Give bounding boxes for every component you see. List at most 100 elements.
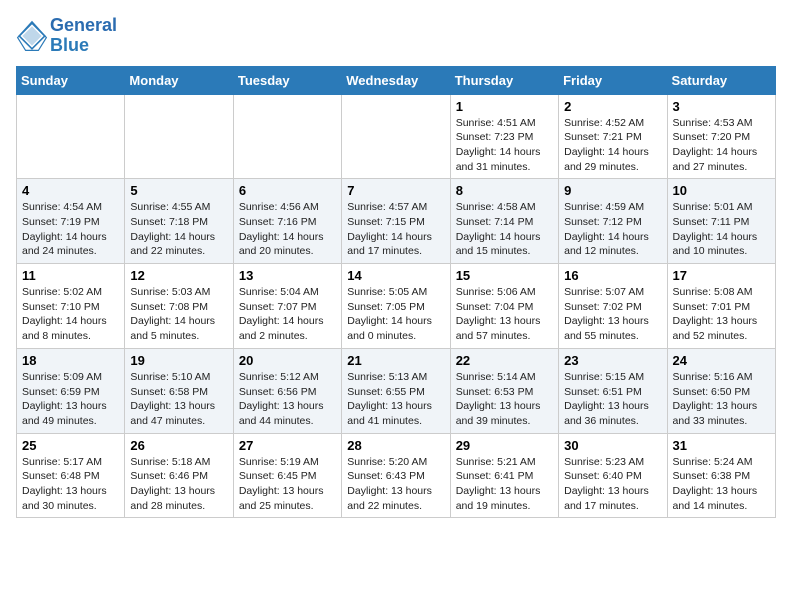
day-cell: 21Sunrise: 5:13 AM Sunset: 6:55 PM Dayli… (342, 348, 450, 433)
col-header-monday: Monday (125, 66, 233, 94)
col-header-thursday: Thursday (450, 66, 558, 94)
week-row-0: 1Sunrise: 4:51 AM Sunset: 7:23 PM Daylig… (17, 94, 776, 179)
day-detail: Sunrise: 4:54 AM Sunset: 7:19 PM Dayligh… (22, 200, 119, 259)
day-detail: Sunrise: 5:14 AM Sunset: 6:53 PM Dayligh… (456, 370, 553, 429)
day-cell: 15 Sunrise: 5:06 AM Sunset: 7:04 PM Dayli… (450, 264, 558, 349)
day-detail: Sunrise: 5:24 AM Sunset: 6:38 PM Dayligh… (673, 455, 770, 514)
day-cell: 26 Sunrise: 5:18 AM Sunset: 6:46 PM Dayli… (125, 433, 233, 518)
day-cell: 2 Sunrise: 4:52 AM Sunset: 7:21 PM Daylig… (559, 94, 667, 179)
page-header: GeneralBlue (16, 16, 776, 56)
day-cell: 19 Sunrise: 5:10 AM Sunset: 6:58 PM Dayli… (125, 348, 233, 433)
day-detail: Sunrise: 5:21 AM Sunset: 6:41 PM Dayligh… (456, 455, 553, 514)
day-cell (233, 94, 341, 179)
day-detail: Sunrise: 5:16 AM Sunset: 6:50 PM Dayligh… (673, 370, 770, 429)
day-detail: Sunrise: 4:58 AM Sunset: 7:14 PM Dayligh… (456, 200, 553, 259)
day-detail: Sunrise: 5:19 AM Sunset: 6:45 PM Dayligh… (239, 455, 336, 514)
day-cell: 7 Sunrise: 4:57 AM Sunset: 7:15 PM Daylig… (342, 179, 450, 264)
day-number: 11 (22, 268, 119, 283)
week-row-2: 11 Sunrise: 5:02 AM Sunset: 7:10 PM Dayli… (17, 264, 776, 349)
day-detail: Sunrise: 5:04 AM Sunset: 7:07 PM Dayligh… (239, 285, 336, 344)
day-number: 24 (673, 353, 770, 368)
day-number: 20 (239, 353, 336, 368)
day-number: 10 (673, 183, 770, 198)
day-number: 15 (456, 268, 553, 283)
day-cell: 23 Sunrise: 5:15 AM Sunset: 6:51 PM Dayli… (559, 348, 667, 433)
day-cell: 6 Sunrise: 4:56 AM Sunset: 7:16 PM Daylig… (233, 179, 341, 264)
day-detail: Sunrise: 5:03 AM Sunset: 7:08 PM Dayligh… (130, 285, 227, 344)
week-row-3: 18 Sunrise: 5:09 AM Sunset: 6:59 PM Dayli… (17, 348, 776, 433)
week-row-1: 4 Sunrise: 4:54 AM Sunset: 7:19 PM Daylig… (17, 179, 776, 264)
day-detail: Sunrise: 4:52 AM Sunset: 7:21 PM Dayligh… (564, 116, 661, 175)
col-header-tuesday: Tuesday (233, 66, 341, 94)
day-detail: Sunrise: 5:09 AM Sunset: 6:59 PM Dayligh… (22, 370, 119, 429)
day-cell: 16Sunrise: 5:07 AM Sunset: 7:02 PM Dayli… (559, 264, 667, 349)
logo-name: GeneralBlue (50, 16, 117, 56)
day-cell: 12 Sunrise: 5:03 AM Sunset: 7:08 PM Dayli… (125, 264, 233, 349)
day-number: 5 (130, 183, 227, 198)
day-cell: 20 Sunrise: 5:12 AM Sunset: 6:56 PM Dayli… (233, 348, 341, 433)
day-cell: 11 Sunrise: 5:02 AM Sunset: 7:10 PM Dayli… (17, 264, 125, 349)
day-cell (17, 94, 125, 179)
column-headers: SundayMondayTuesdayWednesdayThursdayFrid… (17, 66, 776, 94)
day-detail: Sunrise: 5:17 AM Sunset: 6:48 PM Dayligh… (22, 455, 119, 514)
day-cell: 25 Sunrise: 5:17 AM Sunset: 6:48 PM Dayli… (17, 433, 125, 518)
day-number: 2 (564, 99, 661, 114)
day-number: 23 (564, 353, 661, 368)
day-number: 4 (22, 183, 119, 198)
day-detail: Sunrise: 4:57 AM Sunset: 7:15 PM Dayligh… (347, 200, 444, 259)
day-cell: 4 Sunrise: 4:54 AM Sunset: 7:19 PM Daylig… (17, 179, 125, 264)
day-detail: Sunrise: 5:10 AM Sunset: 6:58 PM Dayligh… (130, 370, 227, 429)
day-cell: 1Sunrise: 4:51 AM Sunset: 7:23 PM Daylig… (450, 94, 558, 179)
day-number: 14 (347, 268, 444, 283)
day-number: 30 (564, 438, 661, 453)
day-number: 3 (673, 99, 770, 114)
day-detail: Sunrise: 4:51 AM Sunset: 7:23 PM Dayligh… (456, 116, 553, 175)
day-number: 25 (22, 438, 119, 453)
logo: GeneralBlue (16, 16, 117, 56)
day-number: 12 (130, 268, 227, 283)
day-number: 28 (347, 438, 444, 453)
day-detail: Sunrise: 5:12 AM Sunset: 6:56 PM Dayligh… (239, 370, 336, 429)
day-number: 18 (22, 353, 119, 368)
calendar-table: SundayMondayTuesdayWednesdayThursdayFrid… (16, 66, 776, 519)
day-number: 9 (564, 183, 661, 198)
day-cell: 30 Sunrise: 5:23 AM Sunset: 6:40 PM Dayli… (559, 433, 667, 518)
day-detail: Sunrise: 5:01 AM Sunset: 7:11 PM Dayligh… (673, 200, 770, 259)
day-cell: 13 Sunrise: 5:04 AM Sunset: 7:07 PM Dayli… (233, 264, 341, 349)
day-cell: 29 Sunrise: 5:21 AM Sunset: 6:41 PM Dayli… (450, 433, 558, 518)
day-cell: 31 Sunrise: 5:24 AM Sunset: 6:38 PM Dayli… (667, 433, 775, 518)
col-header-sunday: Sunday (17, 66, 125, 94)
day-detail: Sunrise: 5:20 AM Sunset: 6:43 PM Dayligh… (347, 455, 444, 514)
day-cell: 24 Sunrise: 5:16 AM Sunset: 6:50 PM Dayli… (667, 348, 775, 433)
day-number: 26 (130, 438, 227, 453)
day-cell: 27 Sunrise: 5:19 AM Sunset: 6:45 PM Dayli… (233, 433, 341, 518)
day-detail: Sunrise: 5:05 AM Sunset: 7:05 PM Dayligh… (347, 285, 444, 344)
day-number: 31 (673, 438, 770, 453)
col-header-friday: Friday (559, 66, 667, 94)
day-cell: 22Sunrise: 5:14 AM Sunset: 6:53 PM Dayli… (450, 348, 558, 433)
day-number: 13 (239, 268, 336, 283)
day-number: 17 (673, 268, 770, 283)
day-cell: 5 Sunrise: 4:55 AM Sunset: 7:18 PM Daylig… (125, 179, 233, 264)
day-number: 29 (456, 438, 553, 453)
day-cell (342, 94, 450, 179)
day-number: 7 (347, 183, 444, 198)
day-detail: Sunrise: 5:06 AM Sunset: 7:04 PM Dayligh… (456, 285, 553, 344)
day-detail: Sunrise: 4:56 AM Sunset: 7:16 PM Dayligh… (239, 200, 336, 259)
day-cell: 18 Sunrise: 5:09 AM Sunset: 6:59 PM Dayli… (17, 348, 125, 433)
day-detail: Sunrise: 4:53 AM Sunset: 7:20 PM Dayligh… (673, 116, 770, 175)
day-detail: Sunrise: 5:15 AM Sunset: 6:51 PM Dayligh… (564, 370, 661, 429)
day-number: 6 (239, 183, 336, 198)
day-cell: 17Sunrise: 5:08 AM Sunset: 7:01 PM Dayli… (667, 264, 775, 349)
day-cell: 9Sunrise: 4:59 AM Sunset: 7:12 PM Daylig… (559, 179, 667, 264)
day-detail: Sunrise: 4:55 AM Sunset: 7:18 PM Dayligh… (130, 200, 227, 259)
day-cell: 28 Sunrise: 5:20 AM Sunset: 6:43 PM Dayli… (342, 433, 450, 518)
day-detail: Sunrise: 5:18 AM Sunset: 6:46 PM Dayligh… (130, 455, 227, 514)
col-header-wednesday: Wednesday (342, 66, 450, 94)
week-row-4: 25 Sunrise: 5:17 AM Sunset: 6:48 PM Dayli… (17, 433, 776, 518)
day-detail: Sunrise: 5:23 AM Sunset: 6:40 PM Dayligh… (564, 455, 661, 514)
day-number: 19 (130, 353, 227, 368)
day-cell: 14 Sunrise: 5:05 AM Sunset: 7:05 PM Dayli… (342, 264, 450, 349)
day-number: 27 (239, 438, 336, 453)
day-detail: Sunrise: 5:02 AM Sunset: 7:10 PM Dayligh… (22, 285, 119, 344)
